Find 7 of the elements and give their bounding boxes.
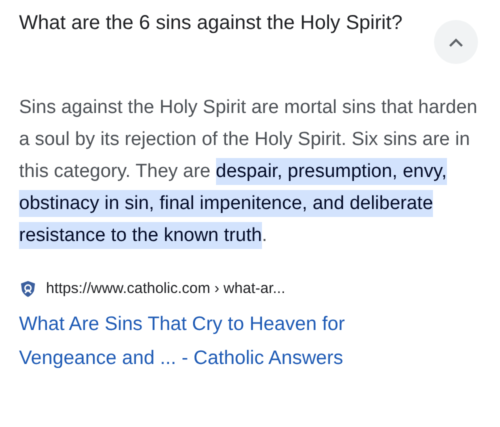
question-title: What are the 6 sins against the Holy Spirit?: [19, 11, 404, 36]
chevron-up-icon: [449, 38, 463, 46]
collapse-button[interactable]: [434, 20, 478, 64]
shield-icon: [20, 280, 36, 298]
source-url: https://www.catholic.com › what-ar...: [46, 279, 286, 299]
result-link[interactable]: What Are Sins That Cry to Heaven for Vengeance and ... - Catholic Answers: [0, 306, 500, 374]
answer-paragraph: Sins against the Holy Spirit are mortal sins that harden a soul by its rejection of the Holy Spirit. Six sins are in this category. They are despair, presumption, envy, obstinacy in sin, final impenitence, and deliberate resistance to the known truth.: [0, 92, 500, 252]
